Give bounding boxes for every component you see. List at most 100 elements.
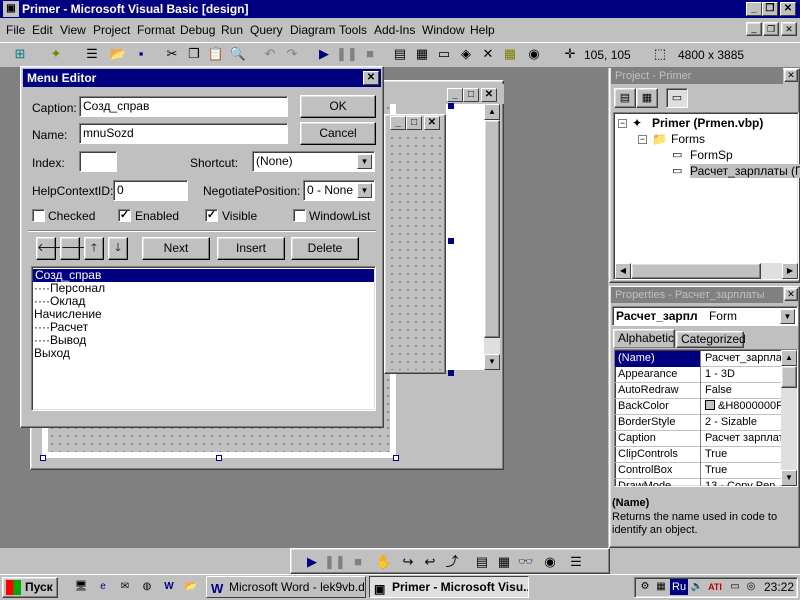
dropdown-arrow-icon[interactable]: ▼ [357, 183, 372, 198]
inner-close-button[interactable]: ✕ [424, 116, 440, 130]
quick-watch-icon[interactable]: ◉ [540, 552, 560, 572]
menu-view[interactable]: View [60, 23, 86, 37]
tree-collapse-icon[interactable]: − [618, 119, 627, 128]
property-row[interactable]: BorderStyle 2 - Sizable [615, 415, 797, 431]
open-icon[interactable]: 📂 [108, 44, 128, 64]
break-icon[interactable]: ❚❚ [336, 44, 358, 64]
properties-close-button[interactable]: ✕ [784, 288, 798, 301]
windowlist-checkbox[interactable] [293, 209, 306, 222]
tab-categorized[interactable]: Categorized [676, 331, 746, 348]
list-item[interactable]: ····Вывод [32, 334, 375, 347]
toggle-breakpoint-icon[interactable]: ✋ [374, 552, 394, 572]
mdi-close-button[interactable]: ✕ [781, 22, 797, 36]
inner-form-grid[interactable] [388, 134, 442, 370]
menu-project[interactable]: Project [93, 23, 130, 37]
checked-checkbox[interactable] [32, 209, 45, 222]
property-row[interactable]: BackColor &H8000000F [615, 399, 797, 415]
close-button[interactable]: ✕ [780, 2, 796, 16]
menu-query[interactable]: Query [250, 23, 283, 37]
property-row[interactable]: ControlBox True [615, 463, 797, 479]
designer-min-button[interactable]: _ [447, 88, 463, 102]
menu-debug[interactable]: Debug [180, 23, 215, 37]
property-row[interactable]: Appearance 1 - 3D [615, 367, 797, 383]
index-input[interactable] [79, 151, 117, 172]
project-item[interactable]: Расчет_зарплаты (Пр [690, 164, 800, 178]
view-object-icon[interactable]: ▦ [636, 88, 658, 108]
dropdown-arrow-icon[interactable]: ▼ [780, 309, 795, 324]
show-desktop-icon[interactable]: 🖥 [74, 580, 88, 594]
property-scroll-down[interactable]: ▼ [781, 470, 797, 486]
designer-max-button[interactable]: □ [463, 88, 479, 102]
toolbox-icon[interactable]: ✕ [478, 44, 498, 64]
run-icon[interactable]: ▶ [314, 44, 334, 64]
toggle-folders-icon[interactable]: ▭ [666, 88, 688, 108]
taskbar-primer-button[interactable]: ▣ Primer - Microsoft Visu... [369, 576, 529, 598]
cancel-button[interactable]: Cancel [300, 122, 376, 145]
designer-close-button[interactable]: ✕ [481, 88, 497, 102]
menu-tools[interactable]: Tools [339, 23, 367, 37]
break-icon[interactable]: ❚❚ [324, 552, 346, 572]
taskbar-word-button[interactable]: W Microsoft Word - lek9vb.doc [206, 576, 366, 598]
menu-items-list[interactable]: Созд_справ ····Персонал ····Оклад Начисл… [31, 266, 376, 411]
find-icon[interactable]: 🔍 [228, 44, 248, 64]
move-up-button[interactable]: 🡑 [84, 237, 104, 260]
cut-icon[interactable]: ✂ [162, 44, 182, 64]
tree-scroll-thumb[interactable] [631, 263, 761, 279]
tree-scroll-left[interactable]: ◀ [615, 263, 631, 279]
mdi-minimize-button[interactable]: _ [746, 22, 762, 36]
designer-scroll-thumb[interactable] [484, 120, 500, 338]
object-browser-icon[interactable]: ◈ [456, 44, 476, 64]
step-over-icon[interactable]: ↩ [420, 552, 440, 572]
menu-editor-close-button[interactable]: ✕ [363, 71, 379, 85]
selection-handle[interactable] [448, 370, 454, 376]
list-item[interactable]: Выход [32, 347, 375, 360]
name-input[interactable]: mnuSozd [79, 123, 288, 144]
selection-handle[interactable] [40, 455, 46, 461]
project-root[interactable]: Primer (Prmen.vbp) [652, 116, 763, 130]
display-icon[interactable]: ▭ [728, 580, 742, 594]
watch-window-icon[interactable]: 👓 [516, 552, 536, 572]
property-scroll-up[interactable]: ▲ [781, 350, 797, 366]
menu-editor-icon[interactable]: ☰ [82, 44, 102, 64]
outlook-express-icon[interactable]: ✉ [118, 580, 132, 594]
stop-icon[interactable]: ■ [348, 552, 368, 572]
inner-min-button[interactable]: _ [390, 116, 406, 130]
menu-run[interactable]: Run [221, 23, 243, 37]
component-manager-icon[interactable]: ◉ [524, 44, 544, 64]
tree-scroll-right[interactable]: ▶ [782, 263, 798, 279]
menu-window[interactable]: Window [422, 23, 465, 37]
save-icon[interactable]: ▪ [131, 44, 151, 64]
property-row[interactable]: (Name) Расчет_зарпла [615, 351, 797, 367]
enabled-checkbox[interactable]: ✓ [118, 209, 131, 222]
project-close-button[interactable]: ✕ [784, 69, 798, 82]
move-right-button[interactable]: 🡒 [60, 237, 91, 260]
mdi-restore-button[interactable]: ❐ [763, 22, 779, 36]
property-row[interactable]: DrawMode 13 - Copy Pen [615, 479, 797, 486]
step-out-icon[interactable]: ⤴ [442, 552, 462, 572]
restore-button[interactable]: ❐ [762, 2, 778, 16]
selection-handle[interactable] [448, 238, 454, 244]
form-layout-icon[interactable]: ▭ [434, 44, 454, 64]
property-row[interactable]: ClipControls True [615, 447, 797, 463]
add-project-icon[interactable]: ⊞ [10, 44, 30, 64]
locals-window-icon[interactable]: ▤ [472, 552, 492, 572]
insert-button[interactable]: Insert [217, 237, 285, 260]
menu-file[interactable]: File [6, 23, 25, 37]
shortcut-select[interactable]: (None) ▼ [252, 151, 375, 172]
redo-icon[interactable]: ↷ [282, 44, 302, 64]
caption-input[interactable]: Созд_справ [79, 96, 288, 117]
object-select[interactable]: Расчет_зарпл Form ▼ [612, 306, 798, 326]
tab-alphabetic[interactable]: Alphabetic [613, 329, 675, 348]
next-button[interactable]: Next [142, 237, 210, 260]
stop-icon[interactable]: ■ [360, 44, 380, 64]
cd-icon[interactable]: ◎ [744, 580, 758, 594]
add-form-icon[interactable]: ✦ [46, 44, 66, 64]
forms-folder[interactable]: Forms [671, 132, 705, 146]
paste-icon[interactable]: 📋 [206, 44, 226, 64]
copy-icon[interactable]: ❐ [184, 44, 204, 64]
selection-handle[interactable] [448, 103, 454, 109]
selection-handle[interactable] [393, 455, 399, 461]
dropdown-arrow-icon[interactable]: ▼ [357, 154, 372, 169]
ati-icon[interactable]: ATI [708, 580, 722, 594]
menu-diagram[interactable]: Diagram [290, 23, 335, 37]
